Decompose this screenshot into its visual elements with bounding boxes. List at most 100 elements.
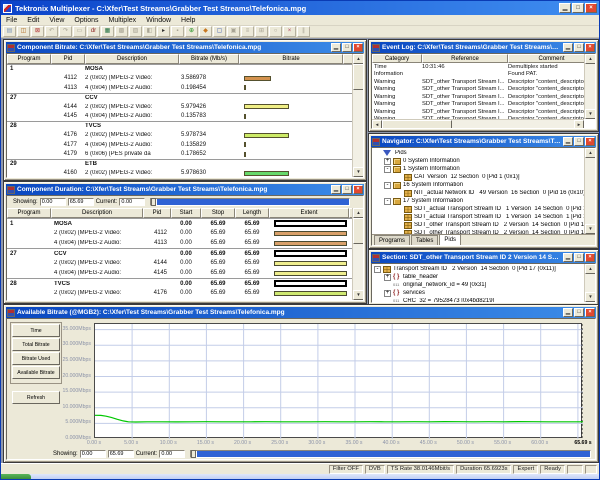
bitrate-table-row[interactable]: 4176 2 (0x02) (MPEG-2 Video: 5.978734 — [7, 131, 352, 141]
column-header[interactable]: Description — [85, 54, 179, 64]
column-header[interactable]: Pid — [51, 54, 85, 64]
vertical-scrollbar[interactable]: ▲ ▼ — [584, 148, 595, 234]
tree-toggle[interactable]: - — [374, 266, 381, 273]
event-log-titlebar[interactable]: Event Log: C:\Xfer\Test Streams\Grabber … — [371, 42, 596, 53]
bitrate-table-row[interactable]: 4112 2 (0x02) (MPEG-2 Video: 3.586978 — [7, 74, 352, 84]
duration-table-row[interactable]: 2 (0x02) (MPEG-2 Video: 4176 0.00 65.69 … — [7, 288, 352, 298]
scrollbar-thumb[interactable] — [353, 218, 364, 244]
scroll-down-icon[interactable]: ▼ — [353, 290, 364, 300]
menu-item[interactable]: Options — [69, 15, 103, 25]
column-header[interactable]: Length — [235, 208, 269, 218]
maximize-button[interactable]: □ — [574, 43, 584, 52]
column-header[interactable]: Extent — [269, 208, 349, 218]
toolbar-button[interactable]: ⊞ — [255, 26, 268, 37]
scroll-up-icon[interactable]: ▲ — [585, 148, 596, 158]
toolbar-button[interactable]: ∥ — [297, 26, 310, 37]
toolbar-button[interactable]: × — [283, 26, 296, 37]
tree-item[interactable]: - Transport Stream ID 2 Version 14 Secti… — [374, 265, 584, 273]
duration-table-row[interactable]: 1 MOSA 0.00 65.69 65.69 — [7, 218, 352, 228]
menu-item[interactable]: Multiplex — [104, 15, 142, 25]
close-icon[interactable]: × — [585, 308, 595, 317]
minimize-button[interactable]: ▁ — [331, 43, 341, 52]
bitrate-table-row[interactable]: 4145 4 (0x04) (MPEG-2 Audio: 0.135783 — [7, 112, 352, 122]
toolbar-button[interactable]: ▸ — [157, 26, 170, 37]
tree-item[interactable]: - 1 System Information — [384, 165, 584, 173]
event-log-row[interactable]: Warning SDT_other Transport Stream I... … — [372, 101, 584, 109]
column-header[interactable]: Category — [372, 54, 422, 63]
navigator-titlebar[interactable]: Navigator: C:\Xfer\Test Streams\Grabber … — [371, 136, 596, 147]
minimize-button[interactable]: ▁ — [331, 185, 341, 194]
menu-item[interactable]: File — [1, 15, 22, 25]
column-header[interactable]: Pid — [143, 208, 171, 218]
event-log-row[interactable]: Information Found PAT. — [372, 71, 584, 79]
section-titlebar[interactable]: Section: SDT_other Transport Stream ID 2… — [371, 252, 596, 263]
tree-item[interactable]: SDT_actual Transport Stream ID 1 Version… — [395, 213, 584, 221]
tree-item[interactable]: SDT_actual Transport Stream ID 1 Version… — [395, 205, 584, 213]
current-field[interactable]: 0.00 — [119, 198, 145, 206]
bitrate-table-row[interactable]: 28 TVCS — [7, 121, 352, 131]
menu-item[interactable]: Edit — [22, 15, 44, 25]
bitrate-table-row[interactable]: 4113 4 (0x04) (MPEG-2 Audio: 0.198454 — [7, 83, 352, 93]
minimize-button[interactable]: ▁ — [563, 137, 573, 146]
navigator-tab[interactable]: Tables — [411, 235, 438, 245]
menu-item[interactable]: View — [44, 15, 69, 25]
restore-button[interactable]: □ — [572, 3, 584, 13]
tree-toggle[interactable]: + — [384, 274, 391, 281]
navigator-tab[interactable]: Programs — [374, 235, 410, 245]
range-slider[interactable] — [150, 198, 350, 206]
tree-item[interactable]: CAT Version 12 Section 0 [Pid 1 (0x1)] — [395, 173, 584, 181]
menu-item[interactable]: Window — [141, 15, 176, 25]
column-header[interactable]: Program — [7, 208, 51, 218]
column-header[interactable]: Bitrate — [239, 54, 343, 64]
tree-item[interactable]: - 17 System Information — [384, 197, 584, 205]
duration-table-row[interactable]: 2 (0x02) (MPEG-2 Video: 4112 0.00 65.69 … — [7, 228, 352, 238]
toolbar-button[interactable]: ◫ — [17, 26, 30, 37]
column-header[interactable]: Bitrate (Mb/s) — [179, 54, 239, 64]
close-icon[interactable]: × — [585, 253, 595, 262]
tree-item[interactable]: - 16 System Information — [384, 181, 584, 189]
toolbar-button[interactable]: ▣ — [227, 26, 240, 37]
scroll-down-icon[interactable]: ▼ — [585, 109, 596, 119]
maximize-button[interactable]: □ — [574, 137, 584, 146]
toolbar-button[interactable]: ◧ — [143, 26, 156, 37]
tree-toggle[interactable]: + — [384, 290, 391, 297]
scrollbar-thumb[interactable] — [353, 64, 364, 90]
column-header[interactable]: Reference — [422, 54, 508, 63]
tree-item[interactable]: CRC_32 = 79528473 [0x4bd8219] — [384, 297, 584, 303]
duration-table-row[interactable]: 28 TVCS 0.00 65.69 65.69 — [7, 278, 352, 288]
bitrate-table-row[interactable]: 4179 6 (0x06) (PES private da 0.178652 — [7, 150, 352, 160]
bitrate-table-row[interactable]: 27 CCV — [7, 93, 352, 103]
main-titlebar[interactable]: Tektronix Multiplexer - C:\Xfer\Test Str… — [1, 1, 599, 15]
horizontal-scrollbar[interactable]: ◄ ► — [372, 119, 584, 128]
menu-item[interactable]: Help — [176, 15, 200, 25]
tree-toggle[interactable]: - — [384, 198, 391, 205]
duration-table-row[interactable]: 2 (0x02) (MPEG-2 Video: 4144 0.00 65.69 … — [7, 258, 352, 268]
toolbar-button[interactable]: ◆ — [199, 26, 212, 37]
tree-toggle[interactable]: - — [384, 182, 391, 189]
tree-item[interactable]: + services — [384, 289, 584, 297]
scrollbar-thumb[interactable] — [382, 120, 452, 129]
toolbar-button[interactable]: ▭ — [73, 26, 86, 37]
close-button[interactable]: × — [585, 3, 597, 13]
column-header[interactable]: Program — [7, 54, 51, 64]
minimize-button[interactable]: ▁ — [563, 253, 573, 262]
range-slider[interactable] — [190, 450, 591, 458]
toolbar-button[interactable]: dr — [87, 26, 100, 37]
event-log-row[interactable]: Time 10:31:46 Demultiplex started — [372, 63, 584, 71]
toolbar-button[interactable]: ▩ — [115, 26, 128, 37]
bitrate-table-row[interactable]: 29 ETB — [7, 159, 352, 169]
column-header[interactable]: Stop — [201, 208, 235, 218]
toolbar-button[interactable]: ▪ — [171, 26, 184, 37]
showing-to-field[interactable]: 65.69 — [108, 450, 134, 458]
event-log-row[interactable]: Warning SDT_other Transport Stream I... … — [372, 78, 584, 86]
bitrate-table-row[interactable]: 4160 2 (0x02) (MPEG-2 Video: 5.978630 — [7, 169, 352, 179]
duration-table-row[interactable]: 27 CCV 0.00 65.69 65.69 — [7, 248, 352, 258]
navigator-tab[interactable]: Pids — [439, 234, 461, 245]
scroll-down-icon[interactable]: ▼ — [585, 292, 596, 302]
bitrate-table-row[interactable]: 4144 2 (0x02) (MPEG-2 Video: 5.979426 — [7, 102, 352, 112]
scroll-up-icon[interactable]: ▲ — [353, 208, 364, 218]
minimize-button[interactable]: ▁ — [563, 308, 573, 317]
current-field[interactable]: 0.00 — [159, 450, 185, 458]
tree-toggle[interactable]: - — [384, 166, 391, 173]
scroll-down-icon[interactable]: ▼ — [585, 224, 596, 234]
